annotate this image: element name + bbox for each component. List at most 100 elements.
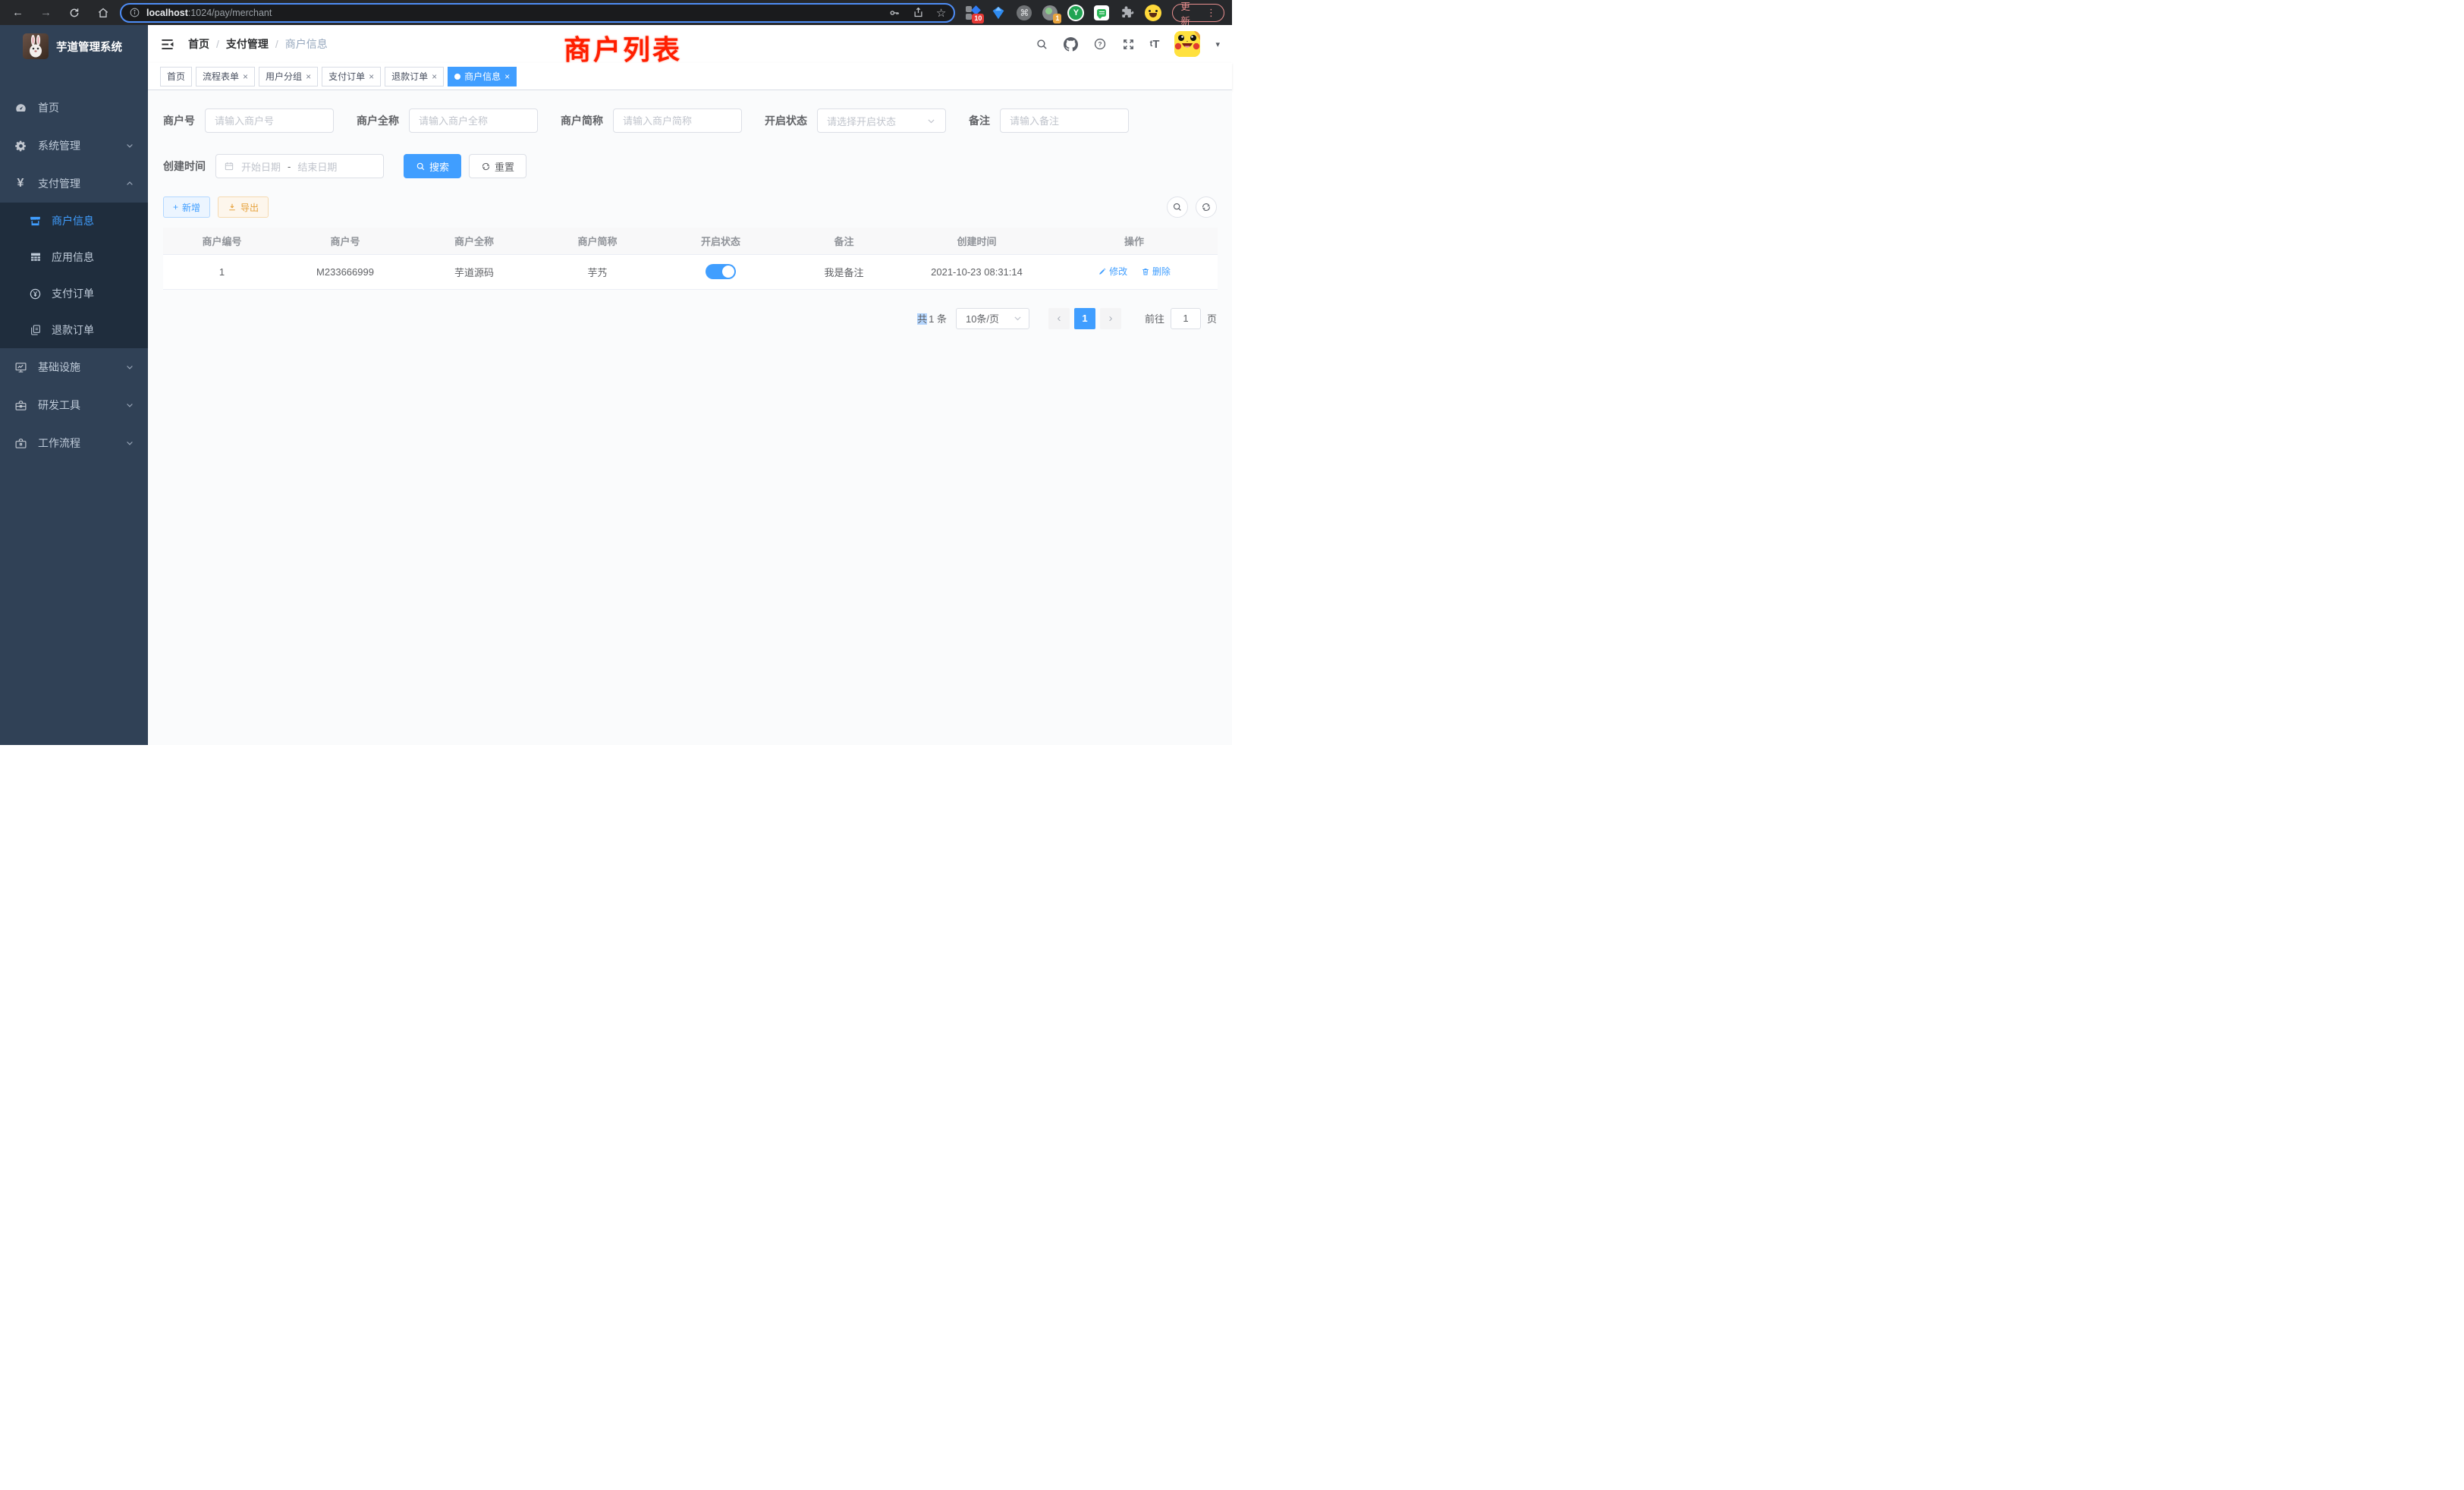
forward-icon[interactable]: →: [40, 7, 52, 18]
column-header: 操作: [1051, 228, 1218, 254]
extension-badge: 10: [972, 14, 984, 24]
export-button[interactable]: 导出: [218, 196, 269, 218]
fullscreen-icon[interactable]: [1122, 38, 1135, 51]
url-bar[interactable]: localhost:1024/pay/merchant ☆: [120, 3, 955, 23]
chat-square: [1094, 5, 1109, 20]
tab-process-form[interactable]: 流程表单×: [196, 67, 255, 86]
home-icon[interactable]: [97, 7, 109, 19]
browser-menu-icon[interactable]: ⋮: [1206, 7, 1216, 19]
sidebar-item-pay[interactable]: ¥ 支付管理: [0, 165, 148, 203]
active-tab-dot: [454, 74, 460, 80]
create-time-range-picker[interactable]: 开始日期 - 结束日期: [215, 154, 384, 178]
add-label: 新增: [182, 201, 200, 214]
extension-command-icon[interactable]: ⌘: [1016, 5, 1032, 21]
close-icon[interactable]: ×: [306, 72, 311, 81]
sidebar-menu: 首页 系统管理 ¥ 支付管理: [0, 89, 148, 462]
avatar-caret-icon[interactable]: ▾: [1215, 39, 1220, 49]
merchant-name-input[interactable]: [409, 108, 538, 133]
breadcrumb-pay[interactable]: 支付管理: [226, 36, 269, 52]
tab-merchant-info[interactable]: 商户信息×: [448, 67, 517, 86]
browser-profile-avatar[interactable]: [1145, 5, 1161, 21]
extension-chat-icon[interactable]: [1093, 5, 1110, 21]
green-dot: [1045, 8, 1052, 14]
sidebar-item-infra[interactable]: 基础设施: [0, 348, 148, 386]
column-header: 开启状态: [656, 228, 785, 254]
cell-merchant-name: 芋道源码: [410, 254, 539, 289]
sidebar-item-label: 系统管理: [38, 138, 80, 153]
password-key-icon[interactable]: [888, 7, 900, 19]
search-button[interactable]: 搜索: [404, 154, 461, 178]
app: 芋道管理系统 首页 系统管理: [0, 25, 1232, 745]
cell-operations: 修改 删除: [1051, 254, 1218, 289]
close-icon[interactable]: ×: [504, 72, 510, 81]
chat-bubble: [1097, 9, 1106, 17]
extension-gem-icon[interactable]: [990, 5, 1007, 21]
reload-icon[interactable]: [68, 7, 80, 19]
status-toggle[interactable]: [706, 264, 736, 279]
sidebar-logo-row[interactable]: 芋道管理系统: [0, 25, 148, 68]
sidebar-item-app-info[interactable]: 应用信息: [0, 239, 148, 275]
delete-button[interactable]: 删除: [1141, 265, 1171, 278]
sidebar-item-dev-tools[interactable]: 研发工具: [0, 386, 148, 424]
pagination-goto: 前往 页: [1145, 308, 1217, 329]
tab-home[interactable]: 首页: [160, 67, 192, 86]
merchant-short-name-input[interactable]: [613, 108, 742, 133]
status-select[interactable]: 请选择开启状态: [817, 108, 946, 133]
browser-update-button[interactable]: 更新 ⋮: [1172, 4, 1224, 22]
smiley-face: [1145, 5, 1161, 21]
close-icon[interactable]: ×: [243, 72, 248, 81]
breadcrumb-separator: /: [275, 38, 278, 50]
command-glyph: ⌘: [1017, 5, 1032, 20]
refresh-icon: [1201, 202, 1212, 212]
page-size-select[interactable]: 10条/页: [956, 308, 1029, 329]
user-avatar[interactable]: [1174, 31, 1200, 57]
goto-page-input[interactable]: [1171, 308, 1201, 329]
sidebar-item-label: 研发工具: [38, 398, 80, 413]
tab-user-group[interactable]: 用户分组×: [259, 67, 318, 86]
github-icon[interactable]: [1064, 37, 1078, 52]
back-icon[interactable]: ←: [12, 7, 24, 18]
grid-icon: [29, 251, 42, 263]
menu-fold-icon[interactable]: [160, 37, 174, 52]
merchant-no-input[interactable]: [205, 108, 334, 133]
page-1-button[interactable]: 1: [1074, 308, 1095, 329]
filter-merchant-no: 商户号: [163, 108, 334, 133]
extensions-puzzle-icon[interactable]: [1119, 5, 1136, 21]
close-icon[interactable]: ×: [432, 72, 437, 81]
breadcrumb-current: 商户信息: [285, 36, 328, 52]
sidebar-item-pay-order[interactable]: 支付订单: [0, 275, 148, 312]
next-page-button[interactable]: ›: [1100, 308, 1121, 329]
share-icon[interactable]: [913, 7, 924, 18]
extension-y-icon[interactable]: Y: [1067, 5, 1084, 21]
url-text[interactable]: localhost:1024/pay/merchant: [146, 8, 272, 18]
close-icon[interactable]: ×: [369, 72, 374, 81]
column-header: 商户全称: [410, 228, 539, 254]
breadcrumb-home[interactable]: 首页: [188, 36, 209, 52]
extension-grid-icon[interactable]: 10: [964, 5, 981, 21]
tab-pay-order[interactable]: 支付订单×: [322, 67, 381, 86]
selected-text: 共: [917, 313, 927, 325]
screen: ← → localhost:1024/pay/merchant: [0, 0, 1232, 745]
site-info-icon[interactable]: [129, 7, 140, 18]
remark-input[interactable]: [1000, 108, 1129, 133]
show-search-button[interactable]: [1167, 196, 1188, 218]
add-button[interactable]: + 新增: [163, 196, 210, 218]
edit-button[interactable]: 修改: [1098, 265, 1127, 278]
sidebar-item-home[interactable]: 首页: [0, 89, 148, 127]
extension-session-icon[interactable]: 1: [1042, 5, 1058, 21]
sidebar-item-workflow[interactable]: 工作流程: [0, 424, 148, 462]
reset-button[interactable]: 重置: [469, 154, 526, 178]
field-label: 商户简称: [561, 113, 603, 128]
sidebar-item-system[interactable]: 系统管理: [0, 127, 148, 165]
font-size-icon[interactable]: tT: [1150, 38, 1160, 51]
tab-refund-order[interactable]: 退款订单×: [385, 67, 444, 86]
reset-label: 重置: [495, 159, 514, 174]
sidebar-item-merchant-info[interactable]: 商户信息: [0, 203, 148, 239]
search-icon[interactable]: [1036, 38, 1048, 51]
help-icon[interactable]: ?: [1093, 37, 1107, 51]
sidebar-item-refund-order[interactable]: 退款订单: [0, 312, 148, 348]
prev-page-button[interactable]: ‹: [1048, 308, 1070, 329]
refresh-table-button[interactable]: [1196, 196, 1217, 218]
bookmark-star-icon[interactable]: ☆: [936, 6, 946, 20]
cell-create-time: 2021-10-23 08:31:14: [903, 254, 1051, 289]
